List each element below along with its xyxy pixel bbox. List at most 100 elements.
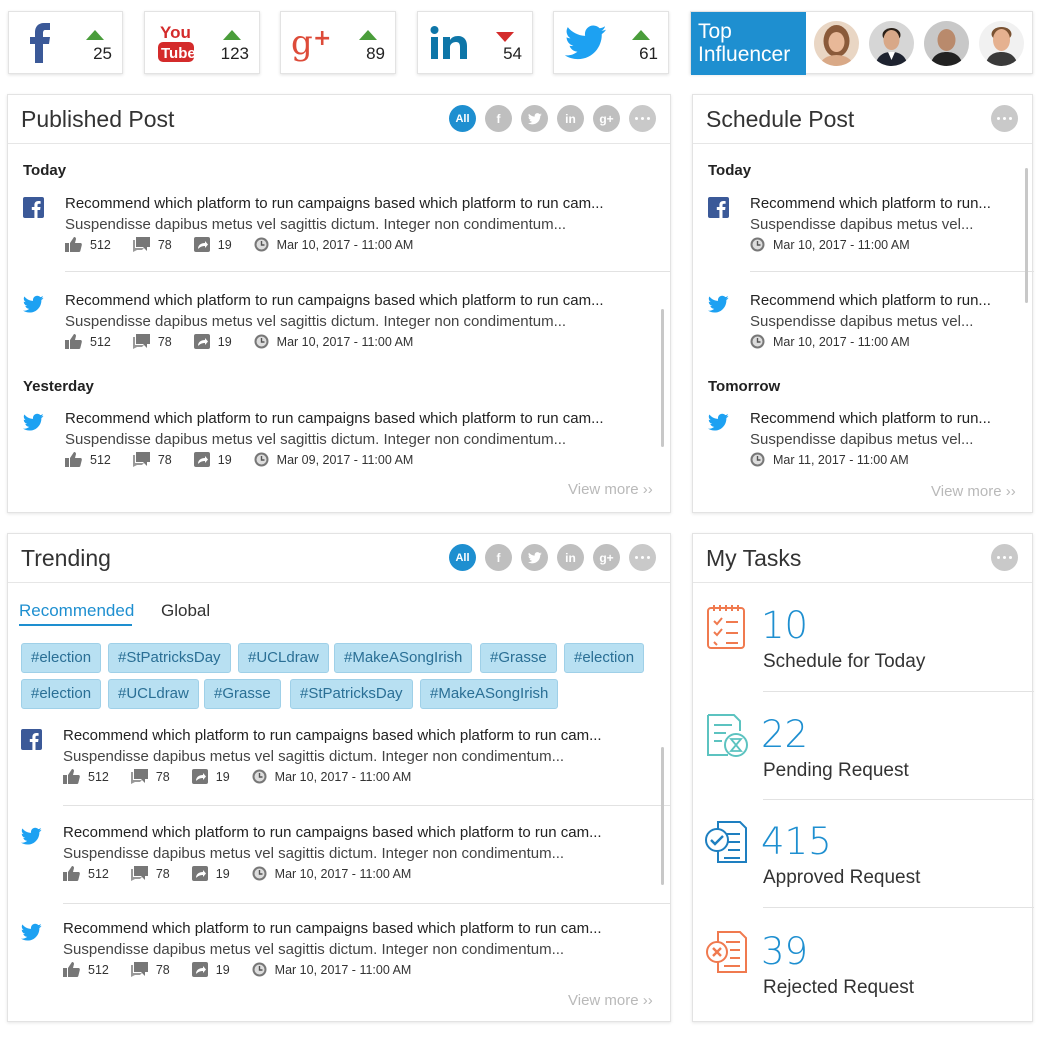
- google-plus-icon: g +: [289, 20, 337, 66]
- filter-all-button[interactable]: All: [449, 105, 476, 132]
- hashtag-chip[interactable]: #Grasse: [204, 679, 281, 709]
- twitter-icon: [527, 112, 542, 124]
- post-meta: 512 78 19 Mar 10, 2017 - 11:00 AM: [63, 962, 433, 977]
- post-description: Suspendisse dapibus metus vel sagittis d…: [65, 313, 567, 330]
- more-options-button[interactable]: [629, 544, 656, 571]
- share-icon: [191, 866, 208, 881]
- comments-count: 78: [157, 452, 172, 467]
- hashtag-chip[interactable]: #MakeASongIrish: [334, 643, 473, 673]
- stat-card-linkedin[interactable]: 54: [417, 11, 533, 74]
- post-meta: Mar 10, 2017 - 11:00 AM: [750, 237, 932, 252]
- hashtag-chip[interactable]: #UCLdraw: [238, 643, 329, 673]
- rejected-x-icon: [706, 931, 747, 973]
- post-date: Mar 10, 2017 - 11:00 AM: [274, 769, 412, 784]
- svg-text:You: You: [160, 23, 191, 42]
- post-description: Suspendisse dapibus metus vel sagittis d…: [65, 431, 567, 448]
- stat-card-youtube[interactable]: You Tube 123: [144, 11, 260, 74]
- hashtag-chip[interactable]: #StPatricksDay: [290, 679, 413, 709]
- comment-icon: [130, 769, 148, 784]
- filter-facebook-button[interactable]: f: [485, 544, 512, 571]
- panel-title: My Tasks: [706, 545, 802, 571]
- post-description: Suspendisse dapibus metus vel...: [750, 431, 974, 448]
- post-date: Mar 10, 2017 - 11:00 AM: [773, 334, 910, 349]
- influencer-label-line1: Top: [698, 20, 732, 43]
- more-options-button[interactable]: [991, 544, 1018, 571]
- likes-count: 512: [90, 237, 111, 252]
- filter-linkedin-button[interactable]: in: [557, 105, 584, 132]
- youtube-icon: You Tube: [153, 20, 201, 66]
- hashtag-chip[interactable]: #MakeASongIrish: [420, 679, 559, 709]
- tab-recommended[interactable]: Recommended: [19, 601, 134, 621]
- avatar[interactable]: [979, 21, 1024, 66]
- list-item[interactable]: Recommend which platform to run... Suspe…: [708, 410, 1018, 470]
- task-approved-request[interactable]: 415 Approved Request: [693, 800, 1032, 908]
- filter-twitter-button[interactable]: [521, 105, 548, 132]
- facebook-icon: [17, 20, 65, 66]
- list-item[interactable]: Recommend which platform to run campaign…: [23, 292, 643, 352]
- tab-global[interactable]: Global: [161, 601, 210, 621]
- trend-up-icon: [223, 30, 241, 40]
- avatar[interactable]: [924, 21, 969, 66]
- list-item[interactable]: Recommend which platform to run campaign…: [21, 920, 641, 980]
- view-more-link[interactable]: View more ››: [568, 992, 653, 1009]
- clock-icon: [254, 237, 269, 252]
- like-icon: [63, 962, 80, 977]
- task-label: Schedule for Today: [763, 651, 926, 672]
- filter-all-button[interactable]: All: [449, 544, 476, 571]
- post-title: Recommend which platform to run campaign…: [65, 410, 604, 427]
- twitter-icon: [562, 20, 610, 66]
- list-item[interactable]: Recommend which platform to run... Suspe…: [708, 195, 1018, 255]
- scrollbar[interactable]: [1025, 168, 1028, 303]
- panel-header: Trending All f in g+: [8, 534, 670, 583]
- panel-title: Published Post: [21, 106, 175, 132]
- panel-header: Schedule Post: [693, 95, 1032, 144]
- trend-up-icon: [86, 30, 104, 40]
- list-item[interactable]: Recommend which platform to run campaign…: [21, 727, 641, 787]
- comment-icon: [130, 962, 148, 977]
- stat-card-google-plus[interactable]: g + 89: [280, 11, 396, 74]
- hashtag-chip[interactable]: #election: [21, 643, 102, 673]
- task-rejected-request[interactable]: 39 Rejected Request: [693, 910, 1032, 1018]
- scrollbar[interactable]: [661, 747, 664, 885]
- hashtag-chip[interactable]: #election: [21, 679, 102, 709]
- list-item[interactable]: Recommend which platform to run... Suspe…: [708, 292, 1018, 352]
- shares-count: 19: [217, 237, 232, 252]
- facebook-icon: [23, 197, 44, 218]
- hashtag-chip[interactable]: #election: [564, 643, 645, 673]
- stat-card-twitter[interactable]: 61: [553, 11, 669, 74]
- post-description: Suspendisse dapibus metus vel sagittis d…: [65, 216, 567, 233]
- view-more-link[interactable]: View more ››: [931, 483, 1016, 500]
- hashtag-chip[interactable]: #UCLdraw: [108, 679, 199, 709]
- filter-twitter-button[interactable]: [521, 544, 548, 571]
- filter-facebook-button[interactable]: f: [485, 105, 512, 132]
- comments-count: 78: [155, 962, 170, 977]
- view-more-link[interactable]: View more ››: [568, 481, 653, 498]
- hashtag-chip[interactable]: #Grasse: [480, 643, 557, 673]
- twitter-icon: [23, 295, 44, 313]
- facebook-icon: [21, 729, 42, 750]
- task-schedule-today[interactable]: 10 Schedule for Today: [693, 584, 1032, 692]
- stat-card-facebook[interactable]: 25: [8, 11, 123, 74]
- filter-google-plus-button[interactable]: g+: [593, 544, 620, 571]
- avatar[interactable]: [814, 21, 859, 66]
- panel-header: My Tasks: [693, 534, 1032, 583]
- clock-icon: [750, 334, 765, 349]
- comments-count: 78: [155, 769, 170, 784]
- post-title: Recommend which platform to run campaign…: [63, 727, 602, 744]
- task-pending-request[interactable]: 22 Pending Request: [693, 693, 1032, 801]
- avatar[interactable]: [869, 21, 914, 66]
- comment-icon: [132, 334, 150, 349]
- list-item[interactable]: Recommend which platform to run campaign…: [23, 195, 643, 255]
- list-item[interactable]: Recommend which platform to run campaign…: [23, 410, 643, 470]
- likes-count: 512: [90, 452, 111, 467]
- shares-count: 19: [217, 452, 232, 467]
- filter-linkedin-button[interactable]: in: [557, 544, 584, 571]
- clock-icon: [252, 866, 267, 881]
- more-options-button[interactable]: [991, 105, 1018, 132]
- hashtag-chip[interactable]: #StPatricksDay: [108, 643, 231, 673]
- list-item[interactable]: Recommend which platform to run campaign…: [21, 824, 641, 884]
- post-title: Recommend which platform to run campaign…: [63, 920, 602, 937]
- more-options-button[interactable]: [629, 105, 656, 132]
- filter-google-plus-button[interactable]: g+: [593, 105, 620, 132]
- scrollbar[interactable]: [661, 309, 664, 447]
